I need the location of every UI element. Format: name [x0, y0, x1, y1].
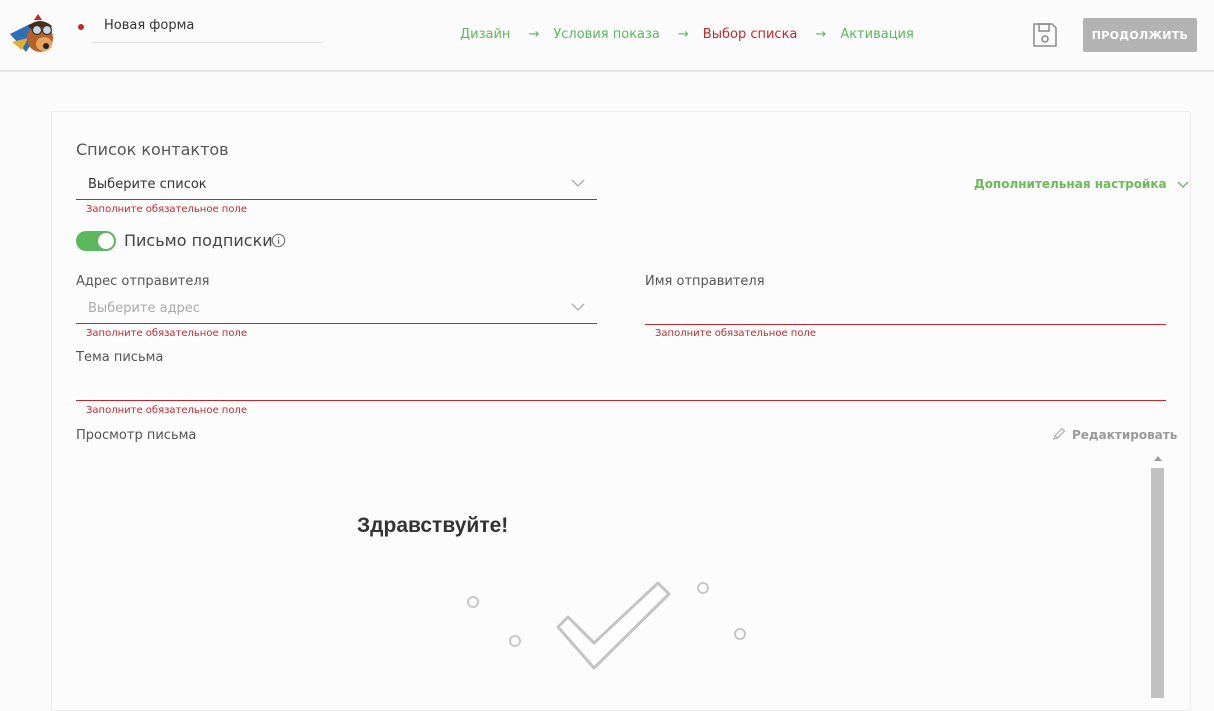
pencil-icon: [1053, 427, 1066, 440]
subscription-letter-toggle[interactable]: [76, 231, 116, 251]
sender-name-input[interactable]: [645, 296, 1166, 325]
step-display-conditions[interactable]: Условия показа: [553, 27, 660, 42]
sender-address-error: Заполните обязательное поле: [86, 328, 247, 339]
contact-list-error: Заполните обязательное поле: [86, 204, 247, 215]
step-list-selection[interactable]: Выбор списка: [703, 27, 798, 42]
preview-label: Просмотр письма: [76, 428, 197, 443]
extra-settings-toggle[interactable]: Дополнительная настройка: [974, 177, 1189, 191]
arrow-right-icon: →: [528, 27, 540, 42]
edit-button[interactable]: Редактировать: [1052, 427, 1177, 442]
wizard-steps: Дизайн → Условия показа → Выбор списка → Актив…: [460, 27, 914, 42]
preview-scrollbar[interactable]: [1151, 452, 1165, 698]
continue-button[interactable]: ПРОДОЛЖИТЬ: [1083, 18, 1197, 52]
step-activation[interactable]: Активация: [840, 27, 914, 42]
form-name-input[interactable]: Новая форма: [92, 12, 322, 43]
subject-input[interactable]: [76, 372, 1166, 401]
arrow-right-icon: →: [677, 27, 689, 42]
extra-settings-label: Дополнительная настройка: [974, 177, 1167, 191]
contact-list-select-value: Выберите список: [88, 177, 207, 192]
scroll-up-icon[interactable]: [1154, 456, 1162, 461]
floppy-disk-icon[interactable]: [1031, 21, 1059, 49]
preview-greeting: Здравствуйте!: [357, 514, 509, 537]
dog-pilot-logo-icon[interactable]: [8, 12, 58, 60]
sender-address-select[interactable]: Выберите адрес: [76, 294, 597, 324]
sender-address-placeholder: Выберите адрес: [88, 301, 200, 316]
sender-name-error: Заполните обязательное поле: [655, 328, 816, 339]
top-bar: Новая форма Дизайн → Условия показа → Выбор …: [0, 0, 1214, 72]
subscription-letter-label: Письмо подписки: [124, 231, 273, 250]
sender-address-label: Адрес отправителя: [76, 274, 210, 289]
checkmark-illustration-icon: [467, 581, 746, 670]
sender-name-label: Имя отправителя: [645, 274, 765, 289]
contact-list-title: Список контактов: [76, 140, 229, 159]
chevron-down-icon: [571, 179, 585, 187]
toggle-knob: [98, 233, 114, 249]
step-design[interactable]: Дизайн: [460, 27, 510, 42]
subject-label: Тема письма: [76, 350, 164, 365]
arrow-right-icon: →: [815, 27, 827, 42]
chevron-down-icon: [1177, 181, 1189, 188]
info-icon[interactable]: [271, 233, 286, 248]
scrollbar-thumb[interactable]: [1151, 468, 1164, 698]
chevron-down-icon: [571, 303, 585, 311]
subject-error: Заполните обязательное поле: [86, 405, 247, 416]
contact-list-select[interactable]: Выберите список: [76, 170, 597, 200]
edit-label: Редактировать: [1072, 428, 1178, 442]
unsaved-indicator: [78, 24, 84, 30]
